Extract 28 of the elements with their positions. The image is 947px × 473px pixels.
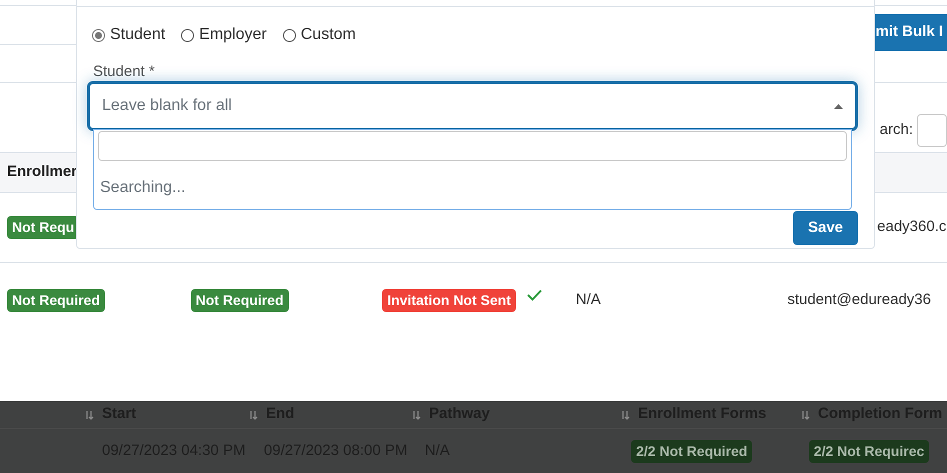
status-badge: 2/2 Not Required [631,440,752,462]
select-placeholder: Leave blank for all [102,96,232,116]
caret-icon [834,104,843,108]
dropdown-status: Searching... [100,178,186,198]
table-cell-text: N/A [576,290,601,310]
dropdown-search-field[interactable] [98,131,847,161]
sort-icon[interactable] [800,410,810,420]
table-cell-text: eady360.c [877,217,946,238]
field-label: Student * [93,64,156,79]
student-select[interactable]: Leave blank for all [87,81,858,131]
submit-bulk-button[interactable]: mit Bulk I [875,14,947,50]
column-header: Enrollmer [7,162,78,182]
search-label: arch: [880,120,913,140]
table-cell-text: student@eduready36 [787,290,931,310]
radio-option[interactable]: Student [92,23,166,47]
radio-option[interactable]: Employer [181,23,267,47]
sort-icon[interactable] [84,410,94,420]
check-icon [526,289,542,301]
status-badge: 2/2 Not Requirec [808,440,930,462]
sort-icon[interactable] [620,410,630,420]
status-badge: Not Required [7,289,105,312]
radio-option[interactable]: Custom [282,23,356,47]
sort-icon[interactable] [248,410,258,420]
status-badge: Not Required [190,289,288,312]
sort-icon[interactable] [411,410,421,420]
search-field[interactable] [917,114,947,146]
save-button[interactable]: Save [793,211,858,245]
status-badge: Invitation Not Sent [382,289,516,312]
